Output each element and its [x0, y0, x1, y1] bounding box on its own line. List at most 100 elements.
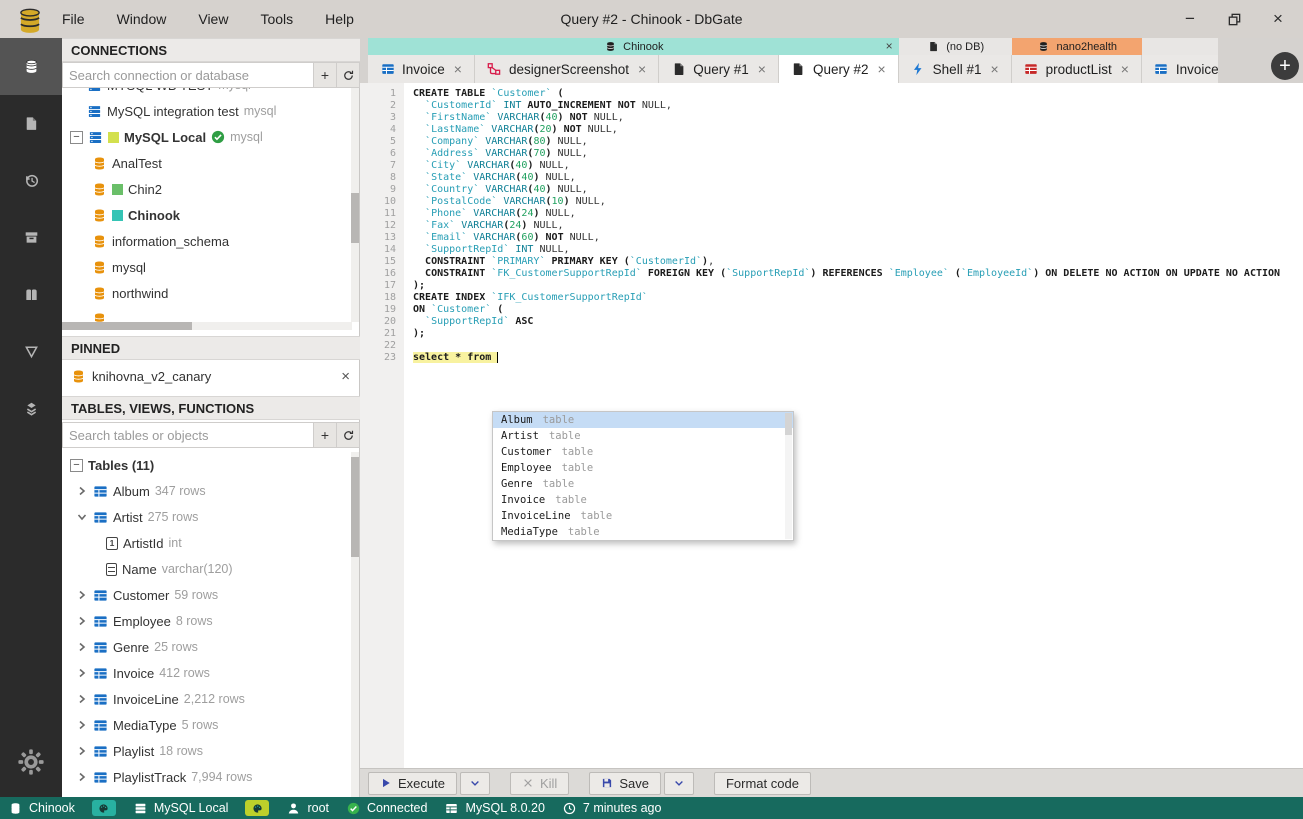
- autocomplete-item[interactable]: MediaType table: [493, 524, 793, 540]
- settings-gear-icon[interactable]: [0, 737, 62, 787]
- sql-editor[interactable]: 1 2 3 4 5 6 7 8 9 10 11 12 13 14 15 16 17 18 19 20 21 22 23 CR…: [360, 83, 1303, 768]
- add-table-button[interactable]: +: [314, 422, 337, 448]
- rail-item-database[interactable]: [0, 38, 62, 95]
- autocomplete-item[interactable]: Artist table: [493, 428, 793, 444]
- column-item[interactable]: 1 ArtistId int: [62, 530, 352, 556]
- rail-item-triangle[interactable]: [0, 323, 62, 380]
- connection-item[interactable]: Chin2: [62, 176, 352, 202]
- pinned-item[interactable]: knihovna_v2_canary ×: [62, 362, 360, 390]
- tab-invoice[interactable]: Invoice: [1141, 55, 1218, 83]
- code-token: from: [467, 352, 492, 363]
- rail-item-history[interactable]: [0, 152, 62, 209]
- autocomplete-item[interactable]: Employee table: [493, 460, 793, 476]
- execute-button[interactable]: Execute: [368, 771, 457, 795]
- chevron-down-icon[interactable]: [76, 511, 88, 523]
- table-item[interactable]: Invoice 412 rows: [62, 660, 352, 686]
- table-item[interactable]: Employee 8 rows: [62, 608, 352, 634]
- minimize-button[interactable]: −: [1175, 4, 1205, 34]
- menu-window[interactable]: Window: [105, 5, 179, 33]
- chevron-right-icon[interactable]: [76, 771, 88, 783]
- close-tab-icon[interactable]: ×: [877, 61, 885, 77]
- restore-button[interactable]: [1219, 4, 1249, 34]
- save-dropdown-button[interactable]: [663, 771, 694, 795]
- execute-dropdown-button[interactable]: [459, 771, 490, 795]
- connections-search-input[interactable]: [62, 62, 314, 88]
- menu-tools[interactable]: Tools: [248, 5, 305, 33]
- connection-item[interactable]: − MySQL Local mysql: [62, 124, 352, 150]
- close-button[interactable]: ×: [1263, 4, 1293, 34]
- autocomplete-item[interactable]: Genre table: [493, 476, 793, 492]
- tables-root-item[interactable]: − Tables (11): [62, 452, 352, 478]
- menu-view[interactable]: View: [186, 5, 240, 33]
- close-tab-icon[interactable]: ×: [1121, 61, 1129, 77]
- tables-search-input[interactable]: [62, 422, 314, 448]
- autocomplete-item[interactable]: InvoiceLine table: [493, 508, 793, 524]
- table-item[interactable]: Playlist 18 rows: [62, 738, 352, 764]
- table-item[interactable]: Genre 25 rows: [62, 634, 352, 660]
- table-item[interactable]: MediaType 5 rows: [62, 712, 352, 738]
- autocomplete-item[interactable]: Customer table: [493, 444, 793, 460]
- chevron-right-icon[interactable]: [76, 615, 88, 627]
- new-tab-button[interactable]: +: [1271, 52, 1299, 80]
- connections-hscrollbar: [62, 322, 352, 330]
- tab-shell-#1[interactable]: Shell #1 ×: [898, 55, 1012, 83]
- close-tab-icon[interactable]: ×: [990, 61, 998, 77]
- menu-file[interactable]: File: [50, 5, 97, 33]
- connections-vscrollbar-thumb[interactable]: [351, 193, 359, 243]
- rail-item-book[interactable]: [0, 266, 62, 323]
- autocomplete-item[interactable]: Invoice table: [493, 492, 793, 508]
- table-item[interactable]: Album 347 rows: [62, 478, 352, 504]
- chevron-right-icon[interactable]: [76, 667, 88, 679]
- table-item[interactable]: InvoiceLine 2,212 rows: [62, 686, 352, 712]
- tab-group-(no DB): (no DB) Shell #1 ×: [898, 38, 1012, 83]
- add-connection-button[interactable]: +: [314, 62, 337, 88]
- connection-item[interactable]: AnalTest: [62, 150, 352, 176]
- menu-help[interactable]: Help: [313, 5, 366, 33]
- close-tab-icon[interactable]: ×: [454, 61, 462, 77]
- connection-item[interactable]: mysql: [62, 254, 352, 280]
- column-item[interactable]: Name varchar(120): [62, 556, 352, 582]
- chevron-right-icon[interactable]: [76, 693, 88, 705]
- code-token: `Address`: [425, 148, 480, 159]
- autocomplete-kind: table: [561, 462, 594, 474]
- chevron-right-icon[interactable]: [76, 719, 88, 731]
- chevron-right-icon[interactable]: [76, 485, 88, 497]
- format-code-button[interactable]: Format code: [713, 771, 811, 795]
- connection-label: AnalTest: [112, 155, 162, 171]
- connection-item[interactable]: MySQL integration test mysql: [62, 98, 352, 124]
- connection-item[interactable]: information_schema: [62, 228, 352, 254]
- close-tab-icon[interactable]: ×: [638, 61, 646, 77]
- connection-item[interactable]: MYSQL WB TEST mysql: [62, 88, 352, 98]
- rail-item-file[interactable]: [0, 95, 62, 152]
- connections-hscrollbar-thumb[interactable]: [62, 322, 192, 330]
- tab-designerscreenshot[interactable]: designerScreenshot ×: [474, 55, 660, 83]
- refresh-tables-button[interactable]: [337, 422, 360, 448]
- tables-vscrollbar-thumb[interactable]: [351, 457, 359, 557]
- table-item[interactable]: Artist 275 rows: [62, 504, 352, 530]
- rail-item-layers[interactable]: [0, 380, 62, 437]
- table-item[interactable]: Customer 59 rows: [62, 582, 352, 608]
- save-button[interactable]: Save: [589, 771, 661, 795]
- connection-item[interactable]: Chinook: [62, 202, 352, 228]
- close-group-icon[interactable]: ×: [886, 39, 893, 53]
- pinned-close-icon[interactable]: ×: [341, 368, 350, 385]
- tab-productlist[interactable]: productList ×: [1011, 55, 1142, 83]
- refresh-connections-button[interactable]: [337, 62, 360, 88]
- connection-item[interactable]: northwind: [62, 280, 352, 306]
- tab-invoice[interactable]: Invoice ×: [368, 55, 475, 83]
- rail-item-archive[interactable]: [0, 209, 62, 266]
- tab-query-#2[interactable]: Query #2 ×: [778, 55, 899, 83]
- table-name: Invoice: [113, 665, 155, 681]
- tab-query-#1[interactable]: Query #1 ×: [659, 55, 779, 83]
- autocomplete-scrollbar-thumb[interactable]: [785, 413, 792, 435]
- chevron-right-icon[interactable]: [76, 589, 88, 601]
- close-tab-icon[interactable]: ×: [758, 61, 766, 77]
- chevron-right-icon[interactable]: [76, 745, 88, 757]
- connection-item[interactable]: [62, 306, 352, 322]
- collapse-expander[interactable]: −: [70, 458, 83, 472]
- chevron-right-icon[interactable]: [76, 641, 88, 653]
- table-item[interactable]: PlaylistTrack 7,994 rows: [62, 764, 352, 790]
- autocomplete-item[interactable]: Album table: [493, 412, 793, 428]
- collapse-expander[interactable]: −: [70, 130, 83, 144]
